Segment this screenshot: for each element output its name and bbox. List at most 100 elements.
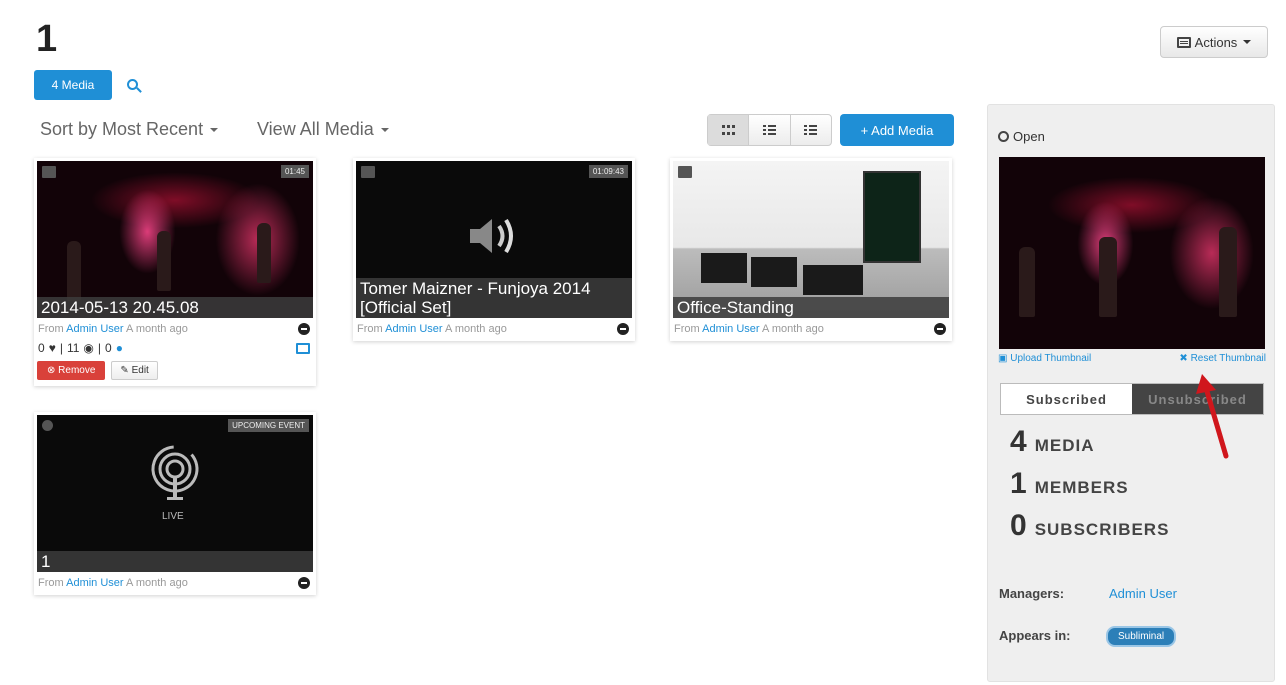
media-thumbnail[interactable]: Office-Standing [673,161,949,318]
managers-label: Managers: [999,586,1065,601]
media-count-button[interactable]: 4 Media [34,70,112,100]
sort-dropdown[interactable]: Sort by Most Recent [40,119,219,140]
media-title: 2014-05-13 20.45.08 [37,297,313,318]
from-prefix: From [674,323,700,335]
add-media-button[interactable]: + Add Media [840,114,954,146]
timestamp: A month ago [762,323,824,335]
media-meta: From Admin User A month ago [34,321,316,341]
media-title: Office-Standing [673,297,949,318]
live-type-icon [42,420,53,431]
from-prefix: From [38,323,64,335]
media-thumbnail[interactable]: 01:09:43 Tomer Maizner - Funjoya 2014 [O… [356,161,632,318]
stat-divider: | [59,341,63,355]
author-link[interactable]: Admin User [385,323,442,335]
performer-figure [1219,227,1237,317]
monitor-shape [701,253,747,283]
author-link[interactable]: Admin User [66,577,123,589]
privacy-status: Open [998,129,1045,144]
stat-number: 4 [1010,425,1027,458]
speaker-icon [470,218,513,254]
reset-thumbnail-label: Reset Thumbnail [1190,353,1266,364]
stat-divider: | [97,341,102,355]
search-icon[interactable] [127,79,138,90]
reset-thumbnail-link[interactable]: ✖ Reset Thumbnail [1179,353,1266,364]
author-link[interactable]: Admin User [66,323,123,335]
options-icon[interactable] [298,577,310,589]
upload-thumbnail-link[interactable]: ▣ Upload Thumbnail [998,353,1091,364]
caret-down-icon [1243,40,1252,44]
appears-in-label: Appears in: [999,628,1071,643]
globe-icon [998,131,1009,142]
media-meta: From Admin User A month ago [353,321,635,341]
media-meta: From Admin User A month ago [34,575,316,595]
stat-number: 1 [1010,467,1027,500]
stat-label: MEMBERS [1034,478,1129,497]
from-prefix: From [357,323,383,335]
performer-figure [67,241,81,301]
author-link[interactable]: Admin User [702,323,759,335]
views-count: 11 [66,341,80,355]
image-icon [678,166,692,178]
actions-button[interactable]: Actions [1160,26,1268,58]
edit-label: Edit [131,365,149,376]
caret-down-icon [210,128,219,133]
event-badge: UPCOMING EVENT [228,419,309,432]
performer-figure [1099,237,1117,317]
upload-thumbnail-label: Upload Thumbnail [1010,353,1092,364]
actions-label: Actions [1194,34,1238,50]
video-icon [42,166,56,178]
page-title: 1 [36,18,58,60]
media-stats: 0 ♥ | 11 ◉ | 0 ● [34,341,316,355]
view-filter-dropdown[interactable]: View All Media [257,119,389,140]
options-icon[interactable] [298,323,310,335]
subscribed-button[interactable]: Subscribed [1001,384,1132,414]
likes-count: 0 [38,341,45,355]
stat-label: MEDIA [1034,436,1095,455]
from-prefix: From [38,577,64,589]
media-card: UPCOMING EVENT LIVE 1 From Admin User A … [34,412,316,595]
duration-badge: 01:09:43 [588,165,628,178]
edit-button[interactable]: ✎ Edit [111,361,158,380]
category-tag[interactable]: Subliminal [1106,626,1177,647]
duration-badge: 01:45 [280,165,309,178]
stat-media: 4 MEDIA [1010,425,1094,459]
manager-link[interactable]: Admin User [1109,586,1177,601]
options-icon[interactable] [934,323,946,335]
timestamp: A month ago [445,323,507,335]
media-card: 01:45 2014-05-13 20.45.08 From Admin Use… [34,158,316,386]
stat-subscribers: 0 SUBSCRIBERS [1010,509,1169,543]
media-title: 1 [37,551,313,572]
eye-icon: ◉ [83,341,94,355]
view-mode-toggle [707,114,832,146]
comment-icon: ● [115,341,123,355]
media-card: 01:09:43 Tomer Maizner - Funjoya 2014 [O… [353,158,635,341]
media-thumbnail[interactable]: UPCOMING EVENT LIVE 1 [37,415,313,572]
grid-icon [721,125,735,135]
media-title: Tomer Maizner - Funjoya 2014 [Official S… [356,278,632,318]
remove-button[interactable]: ⊗ Remove [37,361,106,380]
media-thumbnail[interactable]: 01:45 2014-05-13 20.45.08 [37,161,313,318]
heart-icon: ♥ [48,341,56,355]
timestamp: A month ago [126,577,188,589]
timestamp: A month ago [126,323,188,335]
list-icon [804,125,818,135]
stat-members: 1 MEMBERS [1010,467,1129,501]
detail-view-button[interactable] [749,115,791,145]
monitor-shape [751,257,797,287]
channel-thumbnail [999,157,1265,349]
window-icon [1176,36,1191,48]
comments-count: 0 [105,341,112,355]
detail-list-icon [762,125,776,135]
privacy-label: Open [1013,129,1045,144]
annotation-arrow-icon [1196,374,1229,459]
thumbnail-links: ▣ Upload Thumbnail ✖ Reset Thumbnail [998,353,1266,364]
stat-label: SUBSCRIBERS [1034,520,1170,539]
options-icon[interactable] [617,323,629,335]
grid-view-button[interactable] [708,115,750,145]
performer-figure [1019,247,1035,317]
poster-shape [863,171,921,263]
list-view-button[interactable] [791,115,831,145]
performer-figure [157,231,171,291]
image-icon[interactable] [296,342,310,354]
caret-down-icon [380,128,389,133]
